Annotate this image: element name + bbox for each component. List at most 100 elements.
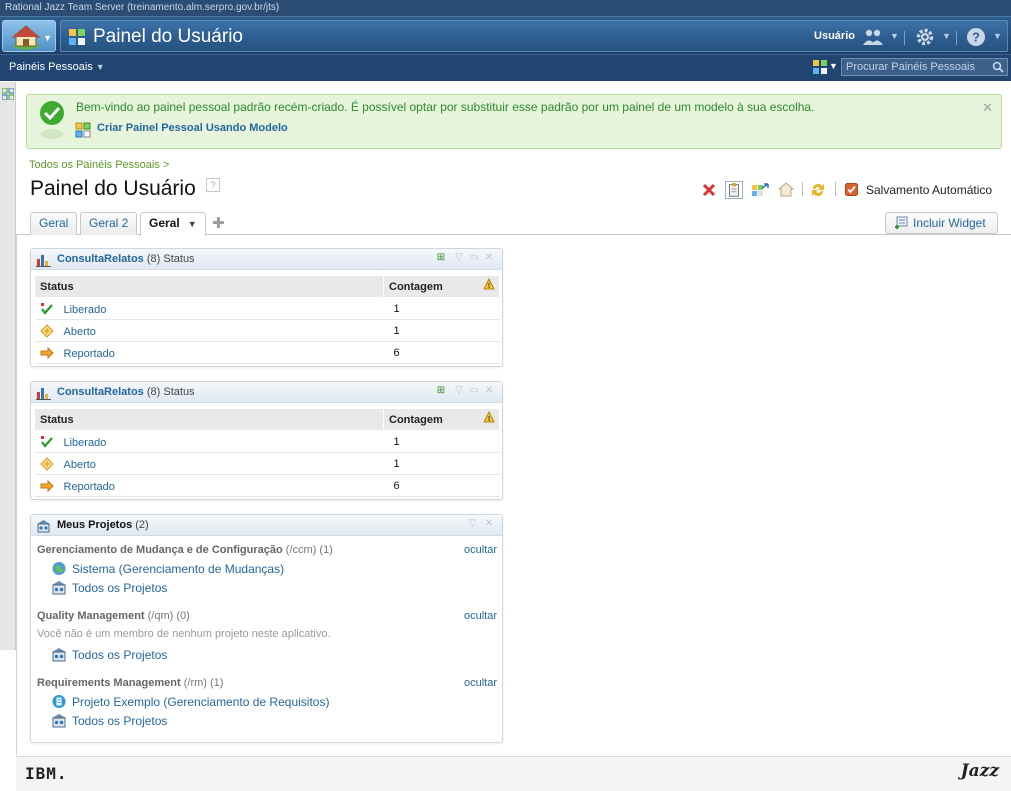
section-name: Requirements Management <box>37 677 181 689</box>
status-cell[interactable]: Liberado <box>34 430 384 453</box>
section-count: (1) <box>210 677 224 689</box>
column-header-status[interactable]: Status <box>34 275 384 298</box>
autosave-checkbox[interactable] <box>845 183 858 196</box>
dashboard-tabs: Geral Geral 2 Geral ▼ ✚ Incluir Widget <box>16 211 1011 236</box>
project-item[interactable]: Projeto Exemplo (Gerenciamento de Requis… <box>51 694 329 709</box>
share-dashboard-icon[interactable] <box>751 181 769 199</box>
search-input[interactable] <box>842 59 988 75</box>
toolbar-separator <box>835 182 836 196</box>
tab-geral[interactable]: Geral <box>30 212 78 235</box>
count-cell: 1 <box>383 452 500 475</box>
query-run-icon[interactable]: ⊞ <box>435 252 447 264</box>
create-dashboard-from-template-link[interactable]: Criar Painel Pessoal Usando Modelo <box>97 122 288 134</box>
minimize-icon[interactable]: ▭ <box>468 385 480 397</box>
chevron-down-icon: ▼ <box>95 62 105 72</box>
status-cell[interactable]: Aberto <box>34 319 384 342</box>
ibm-logo: IBM. <box>25 764 68 783</box>
column-header-count-label: Contagem <box>389 413 443 426</box>
autosave-label: Salvamento Automático <box>866 183 993 197</box>
users-chevron-down-icon[interactable]: ▼ <box>890 31 899 41</box>
status-cell[interactable]: Aberto <box>34 452 384 475</box>
page-help-icon[interactable]: ? <box>206 178 220 192</box>
delete-icon[interactable] <box>700 181 718 199</box>
close-icon[interactable]: ✕ <box>483 518 495 530</box>
column-header-status[interactable]: Status <box>34 408 384 431</box>
widget-catalog-icon[interactable] <box>2 88 14 100</box>
welcome-text: Bem-vindo ao painel pessoal padrão recém… <box>76 100 815 114</box>
refresh-icon[interactable] <box>809 181 827 199</box>
home-icon <box>11 25 41 50</box>
no-membership-note: Você não é um membro de nenhum projeto n… <box>37 628 331 640</box>
add-tab-icon[interactable]: ✚ <box>212 214 225 232</box>
page-title: Painel do Usuário <box>30 177 196 200</box>
project-item[interactable]: Todos os Projetos <box>51 647 167 662</box>
close-icon[interactable]: ✕ <box>483 252 495 264</box>
settings-chevron-down-icon[interactable]: ▼ <box>942 31 951 41</box>
status-label: Reportado <box>63 347 115 360</box>
query-run-icon[interactable]: ⊞ <box>435 385 447 397</box>
bar-chart-icon <box>36 255 51 267</box>
widget-header[interactable]: ConsultaRelatos (8) Status ⊞ ▽ ▭ ✕ <box>31 249 502 270</box>
personal-dashboards-label: Painéis Pessoais <box>9 61 93 73</box>
set-home-icon[interactable] <box>777 181 795 199</box>
project-item[interactable]: Todos os Projetos <box>51 713 167 728</box>
help-chevron-down-icon[interactable]: ▼ <box>993 31 1002 41</box>
tab-geral-2[interactable]: Geral 2 <box>80 212 138 235</box>
users-icon[interactable] <box>863 27 883 47</box>
filter-icon[interactable]: ▽ <box>453 385 465 397</box>
status-cell[interactable]: Reportado <box>34 474 384 497</box>
filter-icon[interactable]: ▽ <box>453 252 465 264</box>
widget-title-link[interactable]: ConsultaRelatos <box>57 253 144 265</box>
widget-actions: ⊞ ▽ ▭ ✕ <box>435 385 497 399</box>
project-item-label: Todos os Projetos <box>72 714 168 728</box>
warning-icon: ! <box>483 278 495 290</box>
filter-icon[interactable]: ▽ <box>467 518 479 530</box>
template-dashboard-icon <box>75 122 91 138</box>
section-count: (1) <box>319 544 333 556</box>
add-widget-icon <box>895 216 908 229</box>
section-count: (0) <box>176 610 190 622</box>
home-button[interactable]: ▼ <box>2 20 56 52</box>
section-path: (/qm) <box>147 610 174 622</box>
column-header-count[interactable]: Contagem ! <box>383 408 500 431</box>
hide-section-link[interactable]: ocultar <box>464 610 497 622</box>
project-item[interactable]: Todos os Projetos <box>51 580 167 595</box>
minimize-icon[interactable]: ▭ <box>468 252 480 264</box>
reported-arrow-icon <box>40 479 54 492</box>
widget-title: ConsultaRelatos (8) Status <box>57 253 195 265</box>
close-icon[interactable]: ✕ <box>483 385 495 397</box>
project-section-ccm: Gerenciamento de Mudança e de Configuraç… <box>37 544 497 604</box>
project-item[interactable]: Sistema (Gerenciamento de Mudanças) <box>51 561 284 576</box>
projects-icon <box>52 714 66 728</box>
search-icon[interactable] <box>992 61 1004 73</box>
hide-section-link[interactable]: ocultar <box>464 677 497 689</box>
banner-separator <box>956 31 957 45</box>
projects-icon <box>52 648 66 662</box>
tab-geral-active[interactable]: Geral ▼ <box>140 212 206 236</box>
dashboard-grid-icon[interactable] <box>813 60 827 74</box>
widget-header[interactable]: Meus Projetos (2) ▽ ✕ <box>31 515 502 536</box>
user-menu-label[interactable]: Usuário <box>814 30 855 42</box>
dashboard-chevron-down-icon[interactable]: ▼ <box>829 61 838 71</box>
column-header-count[interactable]: Contagem ! <box>383 275 500 298</box>
status-cell[interactable]: Reportado <box>34 341 384 364</box>
project-item-label: Sistema (Gerenciamento de Mudanças) <box>72 562 285 576</box>
gear-icon[interactable] <box>915 27 935 47</box>
personal-dashboards-menu[interactable]: Painéis Pessoais ▼ <box>9 61 105 73</box>
close-icon[interactable]: ✕ <box>982 100 993 116</box>
hide-section-link[interactable]: ocultar <box>464 544 497 556</box>
status-cell[interactable]: Liberado <box>34 297 384 320</box>
help-icon[interactable]: ? <box>966 27 986 47</box>
tab-label: Geral 2 <box>89 216 129 230</box>
open-diamond-icon <box>39 323 54 338</box>
tab-chevron-down-icon[interactable]: ▼ <box>188 219 197 229</box>
svg-text:?: ? <box>972 30 980 45</box>
column-header-count-label: Contagem <box>389 280 443 293</box>
widget-header[interactable]: ConsultaRelatos (8) Status ⊞ ▽ ▭ ✕ <box>31 382 502 403</box>
clipboard-icon[interactable] <box>725 181 743 199</box>
widget-title-link[interactable]: ConsultaRelatos <box>57 386 144 398</box>
project-item-label: Todos os Projetos <box>72 581 168 595</box>
add-widget-button[interactable]: Incluir Widget <box>885 212 998 234</box>
breadcrumb[interactable]: Todos os Painéis Pessoais > <box>29 159 169 171</box>
reported-arrow-icon <box>40 346 54 359</box>
